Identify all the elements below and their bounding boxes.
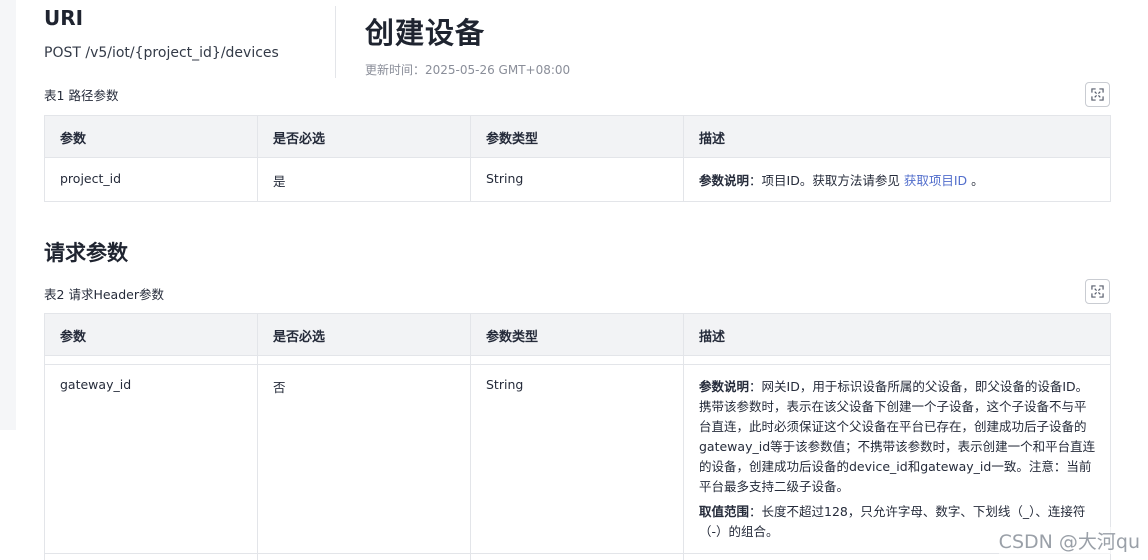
expand-icon [1091, 285, 1104, 298]
cell-type: String [470, 364, 684, 554]
cell-param: project_id [44, 157, 258, 202]
cell-description: 参数说明：网关ID，用于标识设备所属的父设备，即父设备的设备ID。携带该参数时，… [683, 364, 1111, 554]
desc-label: 参数说明 [699, 173, 750, 188]
table2-caption-text: 请求Header参数 [68, 287, 164, 302]
cell-param: gateway_id [44, 364, 258, 554]
table-row: project_id 是 String 参数说明：项目ID。获取方法请参见 获取… [44, 157, 1111, 202]
table2-caption-number: 表2 [44, 287, 65, 302]
desc-end: 。 [967, 173, 984, 188]
path-params-table: 参数 是否必选 参数类型 描述 project_id 是 String 参数说明… [44, 115, 1111, 202]
update-time: 更新时间：2025-05-26 GMT+08:00 [365, 63, 571, 77]
cell-required: 否 [257, 364, 471, 554]
table-row-partial [44, 553, 1111, 560]
header-required: 是否必选 [257, 313, 471, 356]
desc-text: ：项目ID。获取方法请参见 [749, 173, 904, 188]
get-project-id-link[interactable]: 获取项目ID [904, 173, 967, 188]
header-description: 描述 [683, 115, 1111, 158]
request-header-params-table: 参数 是否必选 参数类型 描述 gateway_id 否 String 参数说明… [44, 313, 1111, 560]
table2-caption: 表2 请求Header参数 [44, 284, 164, 303]
section-title-request-params: 请求参数 [44, 241, 128, 265]
desc-label: 参数说明 [699, 379, 750, 394]
page-title: 创建设备 [365, 16, 486, 50]
left-panel-strip [0, 0, 16, 430]
vertical-divider [335, 6, 336, 78]
table1-expand-button[interactable] [1085, 82, 1110, 107]
header-description: 描述 [683, 313, 1111, 356]
table1-caption: 表1 路径参数 [44, 85, 118, 104]
header-param: 参数 [44, 115, 258, 158]
desc-paragraph: 参数说明：网关ID，用于标识设备所属的父设备，即父设备的设备ID。携带该参数时，… [699, 377, 1096, 497]
table-header-row: 参数 是否必选 参数类型 描述 [44, 313, 1111, 356]
uri-method-path: POST /v5/iot/{project_id}/devices [44, 45, 279, 61]
doc-content: URI POST /v5/iot/{project_id}/devices 创建… [44, 0, 1111, 560]
table-row: gateway_id 否 String 参数说明：网关ID，用于标识设备所属的父… [44, 364, 1111, 554]
watermark: CSDN @大河qu [998, 527, 1140, 554]
cell-description: 参数说明：项目ID。获取方法请参见 获取项目ID 。 [683, 157, 1111, 202]
range-label: 取值范围 [699, 504, 750, 519]
table1-caption-text: 路径参数 [68, 88, 119, 103]
expand-icon [1091, 88, 1104, 101]
header-required: 是否必选 [257, 115, 471, 158]
header-type: 参数类型 [470, 313, 684, 356]
table1-caption-number: 表1 [44, 88, 65, 103]
cell-required: 是 [257, 157, 471, 202]
header-param: 参数 [44, 313, 258, 356]
header-type: 参数类型 [470, 115, 684, 158]
table2-expand-button[interactable] [1085, 279, 1110, 304]
uri-heading: URI [44, 6, 84, 30]
table-row-spacer [44, 355, 1111, 365]
table-header-row: 参数 是否必选 参数类型 描述 [44, 115, 1111, 158]
desc-text: ：网关ID，用于标识设备所属的父设备，即父设备的设备ID。携带该参数时，表示在该… [699, 379, 1096, 494]
cell-type: String [470, 157, 684, 202]
